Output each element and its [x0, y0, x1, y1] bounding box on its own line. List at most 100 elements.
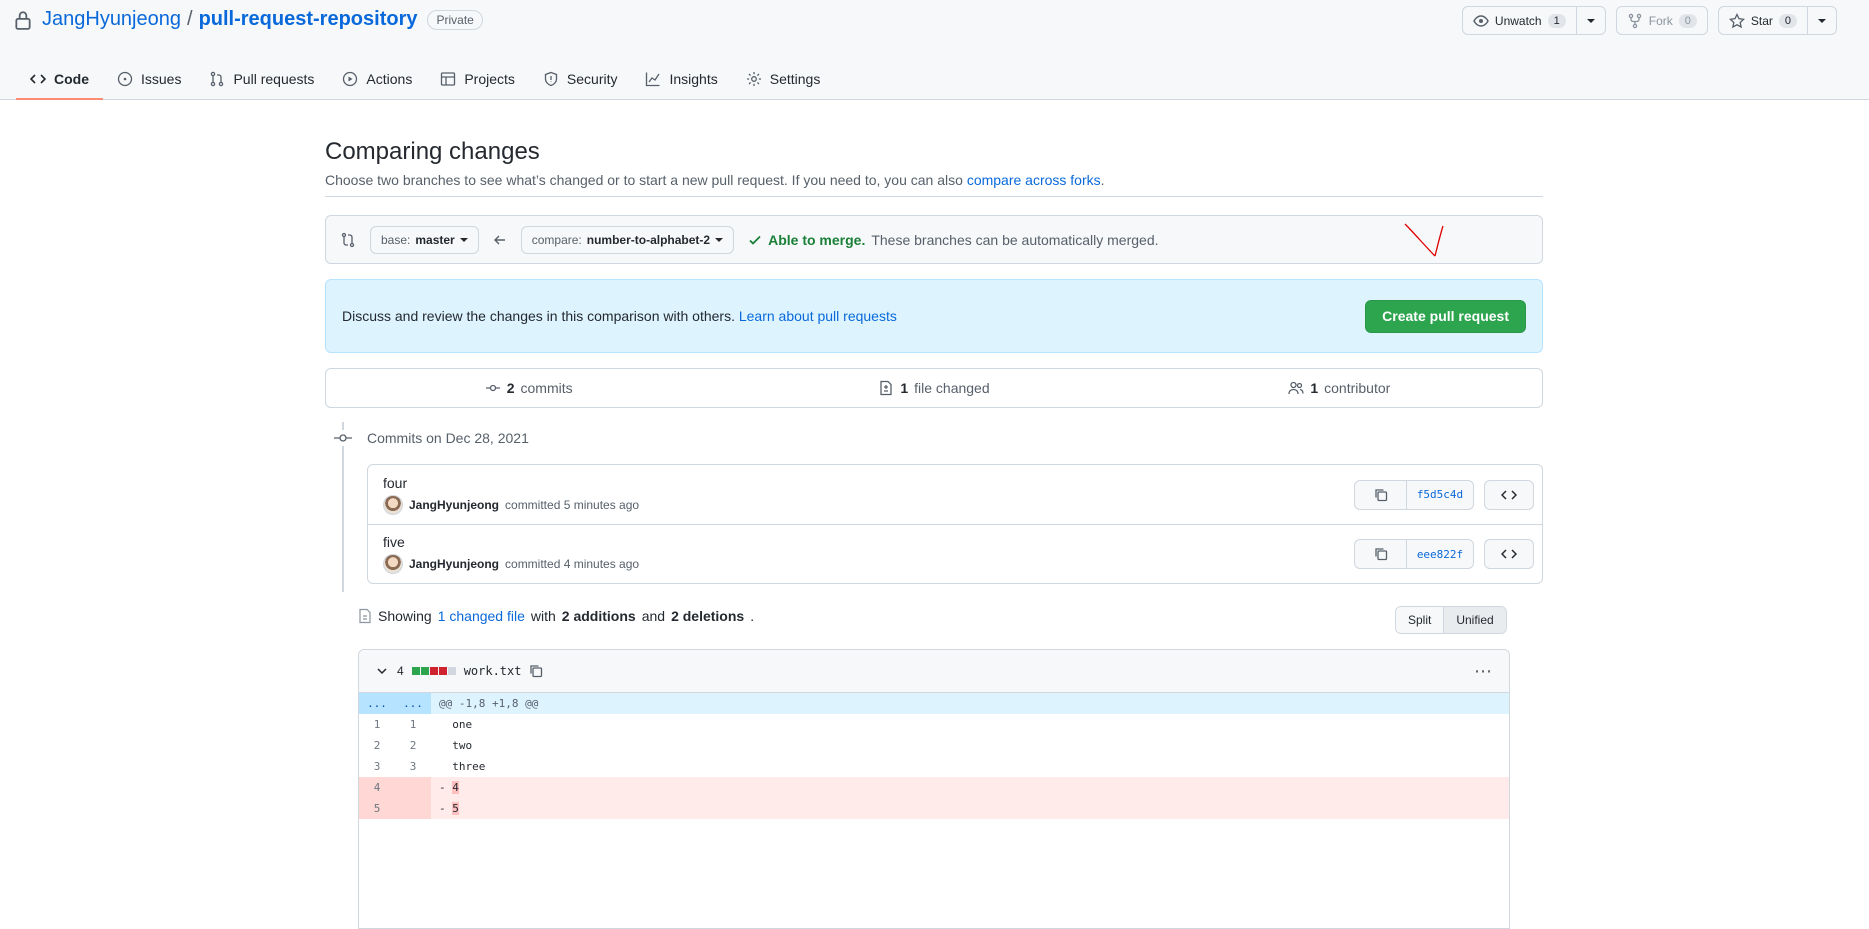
expand-up-button[interactable]: ...	[359, 693, 395, 714]
tab-projects[interactable]: Projects	[426, 58, 529, 100]
merge-status-text: These branches can be automatically merg…	[871, 231, 1159, 248]
fork-counter: 0	[1678, 13, 1697, 28]
browse-code-button[interactable]	[1484, 539, 1534, 569]
tab-actions[interactable]: Actions	[328, 58, 426, 100]
check-icon	[749, 235, 761, 245]
copy-sha-button[interactable]	[1355, 540, 1407, 568]
contributors-label: contributor	[1324, 380, 1391, 396]
tab-security[interactable]: Security	[529, 58, 632, 100]
commit-list: four JangHyunjeong committed 5 minutes a…	[367, 464, 1543, 584]
deletions-count: 2 deletions	[671, 608, 745, 624]
new-line-number[interactable]: 1	[395, 714, 431, 735]
old-line-number[interactable]: 3	[359, 756, 395, 777]
tab-insights[interactable]: Insights	[631, 58, 731, 100]
flash-message: Discuss and review the changes in this c…	[342, 308, 735, 324]
browse-code-button[interactable]	[1484, 479, 1534, 510]
watch-dropdown[interactable]	[1575, 7, 1605, 34]
create-pull-request-button[interactable]: Create pull request	[1365, 299, 1526, 333]
tab-pull-requests[interactable]: Pull requests	[195, 58, 328, 100]
summary-files[interactable]: 1 file changed	[731, 380, 1136, 396]
watch-button-group: Unwatch 1	[1461, 6, 1606, 35]
tab-settings[interactable]: Settings	[732, 58, 835, 100]
commit-message[interactable]: four	[383, 475, 639, 491]
expand-down-button[interactable]: ...	[395, 693, 431, 714]
files-label: file changed	[914, 380, 990, 396]
repo-name-link[interactable]: pull-request-repository	[199, 8, 418, 31]
line-text: 5	[452, 802, 459, 815]
tab-label: Security	[566, 71, 618, 87]
code-icon	[1501, 549, 1517, 559]
fork-button[interactable]: Fork 0	[1615, 6, 1708, 35]
commit-sha-link[interactable]: f5d5c4d	[1407, 481, 1473, 509]
commit-message[interactable]: five	[383, 534, 639, 550]
base-branch-select[interactable]: base: master	[370, 225, 479, 254]
watch-counter: 1	[1547, 13, 1566, 28]
line-text: two	[452, 739, 473, 752]
learn-pr-link[interactable]: Learn about pull requests	[739, 308, 897, 324]
summary-contributors[interactable]: 1 contributor	[1137, 380, 1542, 396]
diff-line: 1 1 one	[359, 714, 1509, 735]
code-icon	[30, 74, 46, 84]
kebab-menu-icon[interactable]: ⋯	[1474, 661, 1493, 682]
visibility-badge: Private	[427, 9, 483, 30]
old-line-number[interactable]: 5	[359, 798, 395, 819]
tab-issues[interactable]: Issues	[103, 58, 195, 100]
avatar[interactable]	[383, 494, 403, 515]
new-line-number[interactable]	[395, 777, 431, 798]
file-name[interactable]: work.txt	[464, 664, 522, 678]
diff-table: ... ... @@ -1,8 +1,8 @@ 1 1 one 2 2 two …	[359, 693, 1509, 819]
comparison-summary: 2 commits 1 file changed 1 contributor	[325, 368, 1543, 408]
unwatch-button[interactable]: Unwatch 1	[1463, 7, 1576, 34]
star-button-group: Star 0	[1717, 6, 1837, 35]
new-line-number[interactable]	[395, 798, 431, 819]
changed-files-link[interactable]: 1 changed file	[438, 608, 525, 624]
diffstat-neutral	[447, 667, 456, 675]
tab-code[interactable]: Code	[16, 58, 103, 100]
unified-view-button[interactable]: Unified	[1443, 607, 1506, 633]
star-button[interactable]: Star 0	[1719, 7, 1807, 34]
compare-arrows-icon[interactable]	[340, 232, 356, 248]
old-line-number[interactable]: 1	[359, 714, 395, 735]
star-dropdown[interactable]	[1807, 7, 1836, 34]
tab-label: Code	[54, 71, 89, 87]
chevron-down-icon	[1586, 18, 1595, 23]
compare-forks-link[interactable]: compare across forks	[967, 172, 1101, 188]
compare-branch-select[interactable]: compare: number-to-alphabet-2	[520, 225, 735, 254]
hunk-row: ... ... @@ -1,8 +1,8 @@	[359, 693, 1509, 714]
old-line-number[interactable]: 2	[359, 735, 395, 756]
shield-icon	[544, 71, 558, 87]
diffstat-del	[429, 667, 438, 675]
fork-icon	[1628, 13, 1641, 28]
commit-author[interactable]: JangHyunjeong	[409, 498, 499, 512]
commits-count: 2	[506, 380, 515, 396]
old-line-number[interactable]: 4	[359, 777, 395, 798]
commit-row: four JangHyunjeong committed 5 minutes a…	[368, 465, 1542, 524]
commit-sha-link[interactable]: eee822f	[1407, 540, 1473, 568]
line-content: three	[431, 756, 1509, 777]
commit-icon	[485, 384, 500, 392]
line-sign	[439, 760, 446, 773]
repo-owner-link[interactable]: JangHyunjeong	[42, 8, 181, 31]
diffstat-del	[438, 667, 447, 675]
avatar[interactable]	[383, 554, 403, 574]
lock-icon	[15, 10, 31, 30]
commit-author[interactable]: JangHyunjeong	[409, 557, 499, 571]
code-icon	[1501, 489, 1517, 500]
line-sign	[439, 718, 446, 731]
chevron-down-icon[interactable]	[375, 664, 389, 678]
copy-icon[interactable]	[529, 664, 543, 678]
divider	[325, 196, 1543, 197]
tab-label: Pull requests	[233, 71, 315, 87]
flash-text: Discuss and review the changes in this c…	[342, 308, 897, 324]
base-prefix: base:	[381, 232, 411, 247]
eye-icon	[1473, 14, 1489, 27]
split-view-button[interactable]: Split	[1396, 607, 1444, 633]
diffstat-blocks	[411, 667, 456, 675]
commit-time: committed 4 minutes ago	[505, 557, 640, 571]
copy-sha-button[interactable]	[1355, 480, 1407, 509]
new-line-number[interactable]: 3	[395, 756, 431, 777]
summary-commits[interactable]: 2 commits	[326, 380, 731, 396]
commits-date-header: Commits on Dec 28, 2021	[333, 430, 529, 446]
new-line-number[interactable]: 2	[395, 735, 431, 756]
page-title: Comparing changes	[325, 138, 540, 165]
